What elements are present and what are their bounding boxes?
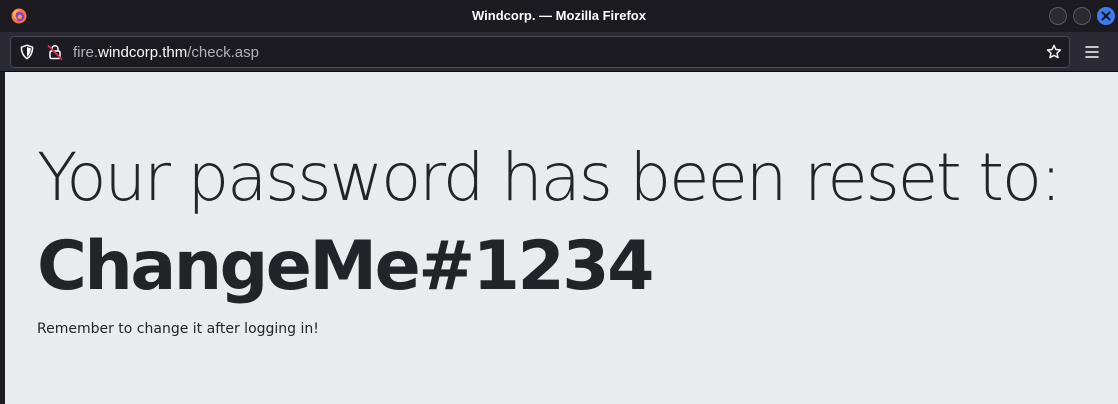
url-subdomain: fire.	[73, 44, 99, 61]
bookmark-star-icon[interactable]	[1046, 44, 1062, 60]
close-icon	[1101, 11, 1111, 21]
hamburger-menu-icon[interactable]	[1084, 44, 1100, 60]
url-text[interactable]: fire.windcorp.thm/check.asp	[73, 44, 259, 61]
browser-window: Windcorp. — Mozilla Firefox fire.windcor…	[0, 0, 1118, 404]
page-content: Your password has been reset to: ChangeM…	[5, 72, 1118, 404]
url-domain: windcorp.thm	[98, 44, 188, 61]
navigation-toolbar: fire.windcorp.thm/check.asp	[0, 32, 1118, 72]
close-button[interactable]	[1097, 7, 1115, 25]
insecure-lock-icon[interactable]	[47, 44, 63, 60]
url-bar[interactable]: fire.windcorp.thm/check.asp	[10, 36, 1070, 68]
new-password: ChangeMe#1234	[37, 227, 654, 306]
maximize-button[interactable]	[1073, 7, 1091, 25]
title-bar[interactable]: Windcorp. — Mozilla Firefox	[0, 0, 1118, 32]
reset-heading: Your password has been reset to:	[37, 139, 1062, 216]
window-title: Windcorp. — Mozilla Firefox	[472, 8, 646, 23]
url-path: /check.asp	[187, 44, 259, 61]
shield-icon[interactable]	[19, 44, 35, 60]
minimize-button[interactable]	[1049, 7, 1067, 25]
reminder-note: Remember to change it after logging in!	[37, 321, 319, 337]
